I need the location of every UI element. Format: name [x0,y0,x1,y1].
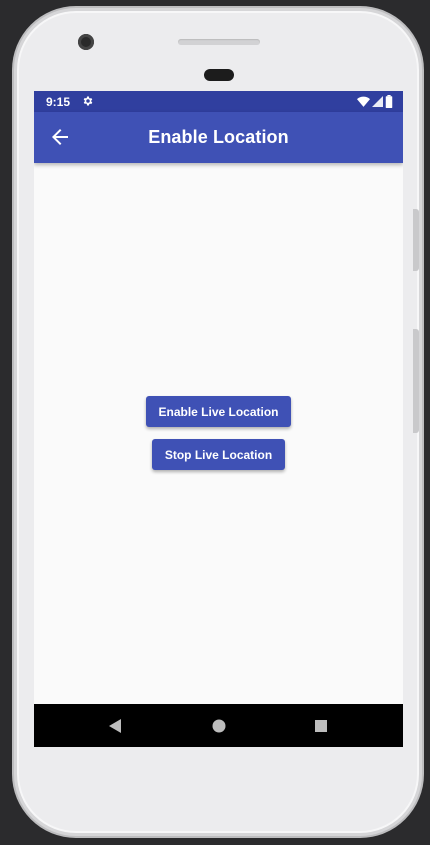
device-screen: 9:15 Enable Location Enable Live Locatio… [34,91,403,747]
app-bar: Enable Location [34,112,403,163]
stop-live-location-button[interactable]: Stop Live Location [152,439,285,470]
system-nav-bar [34,704,403,747]
settings-gear-icon [83,96,93,106]
battery-icon [385,95,393,108]
earpiece-speaker [178,39,260,45]
proximity-sensor [204,69,234,81]
status-bar: 9:15 [34,91,403,112]
signal-icon [372,96,383,107]
wifi-icon [357,96,370,107]
back-triangle-icon[interactable] [106,716,126,736]
status-time: 9:15 [46,95,71,109]
front-camera [78,34,94,50]
status-icons [357,95,393,108]
home-circle-icon[interactable] [209,716,229,736]
enable-live-location-button[interactable]: Enable Live Location [146,396,291,427]
recents-square-icon[interactable] [311,716,331,736]
volume-button [413,209,419,271]
page-title: Enable Location [148,127,289,147]
power-button [413,329,419,433]
